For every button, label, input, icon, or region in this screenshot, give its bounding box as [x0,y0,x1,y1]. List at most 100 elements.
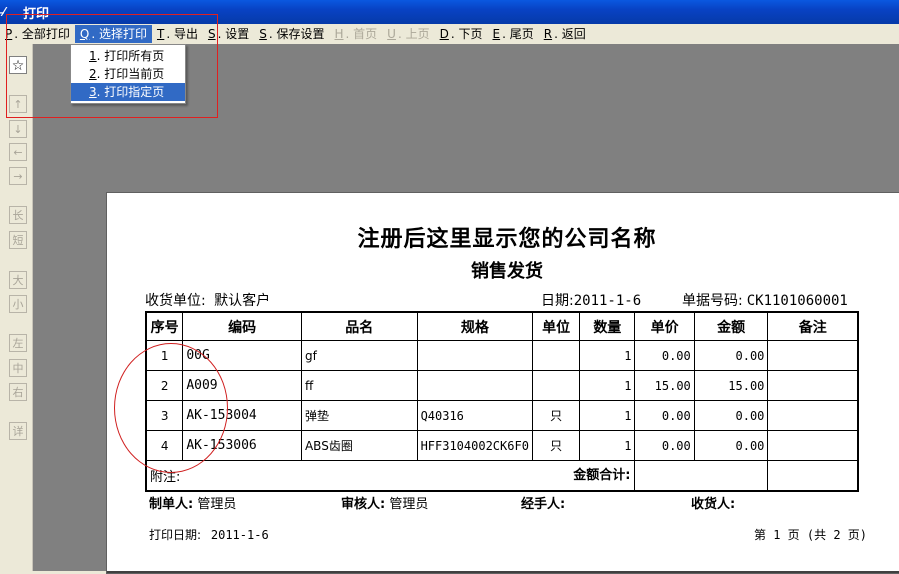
cell-unit: 只 [532,430,581,461]
menu-shortcut-key: S [259,27,267,41]
column-header: 单价 [634,311,695,341]
cell-qty: 1 [579,340,636,371]
consignee-info: 收货人: [691,493,735,512]
move-right-button[interactable]: → [9,167,27,185]
items-table: 序号 编码 品名 规格 单位 数量 单价 金额 备注 1 00G gf 1 0.00 0.00 2 A009 f… [145,311,859,492]
menu-next-page[interactable]: D. 下页 [435,25,488,43]
maker-value: 管理员 [197,497,237,512]
table-row: 2 A009 ff 1 15.00 15.00 [145,370,859,401]
print-page: 注册后这里显示您的公司名称 销售发货 收货单位: 默认客户 日期:2011-1-… [106,192,899,574]
menu-first-page[interactable]: H. 首页 [330,25,383,43]
handler-info: 经手人: [521,493,565,512]
docno-label: 单据号码: [682,293,743,309]
print-date-value: 2011-1-6 [210,528,269,542]
cell-note [767,370,859,401]
move-down-button[interactable]: ↓ [9,120,27,138]
cell-price: 0.00 [634,430,695,461]
menu-prev-page[interactable]: U. 上页 [382,25,434,43]
menu-shortcut-key: H [334,27,344,41]
column-header: 单位 [532,311,581,341]
cell-unit [532,370,581,401]
total-row: 附注: 金额合计: [145,460,859,492]
menu-save-settings[interactable]: S. 保存设置 [254,25,329,43]
menu-last-page[interactable]: E. 尾页 [488,25,539,43]
preview-area[interactable]: 注册后这里显示您的公司名称 销售发货 收货单位: 默认客户 日期:2011-1-… [33,44,899,574]
table-header-row: 序号 编码 品名 规格 单位 数量 单价 金额 备注 [145,311,859,341]
annotation-box [6,14,218,118]
shorter-button[interactable]: 短 [9,231,27,249]
column-header: 品名 [300,311,418,341]
cell-amount: 0.00 [693,340,769,371]
cell-price: 15.00 [634,370,695,401]
cell-amount: 0.00 [693,400,769,431]
cell-qty: 1 [579,400,636,431]
receiver-label: 收货单位: [145,293,206,309]
reviewer-value: 管理员 [389,497,429,512]
align-right-button[interactable]: 右 [9,383,27,401]
reviewer-info: 审核人: 管理员 [341,493,428,512]
cell-spec: HFF3104002CK6F0 [416,430,534,461]
menu-shortcut-key: R [543,27,553,41]
company-name: 注册后这里显示您的公司名称 [357,227,657,252]
total-label: 金额合计: [573,468,631,483]
menu-label: . 上页 [397,27,430,41]
date-info: 日期:2011-1-6 [541,290,641,310]
menu-shortcut-key: E [492,27,501,41]
menu-label: . 保存设置 [268,27,325,41]
date-label: 日期: [541,293,574,309]
annotation-ellipse [114,343,228,473]
maker-label: 制单人: [149,497,194,512]
receiver-info: 收货单位: 默认客户 [145,290,270,310]
cell-spec [416,340,534,371]
column-header: 规格 [416,311,534,341]
cell-spec: Q40316 [416,400,534,431]
cell-unit: 只 [532,400,581,431]
column-header: 备注 [767,311,859,341]
docno-info: 单据号码: CK1101060001 [682,290,848,310]
menu-back[interactable]: R. 返回 [539,25,591,43]
cell-name: ff [300,370,418,401]
align-left-button[interactable]: 左 [9,334,27,352]
longer-button[interactable]: 长 [9,206,27,224]
reviewer-label: 审核人: [341,497,386,512]
cell-name: ABS齿圈 [300,430,418,461]
cell-price: 0.00 [634,340,695,371]
cell-qty: 1 [579,370,636,401]
table-row: 3 AK-153004 弹垫 Q40316 只 1 0.00 0.00 [145,400,859,431]
bigger-button[interactable]: 大 [9,271,27,289]
cell-note [767,430,859,461]
cell-note [767,400,859,431]
column-header: 金额 [693,311,769,341]
print-date-label: 打印日期: [149,528,202,542]
cell-note [767,340,859,371]
column-header: 数量 [579,311,636,341]
menu-label: . 下页 [450,27,483,41]
page-info: 第 1 页 (共 2 页) [753,528,867,542]
menu-shortcut-key: D [439,27,449,41]
table-row: 1 00G gf 1 0.00 0.00 [145,340,859,371]
table-row: 4 AK-153006 ABS齿圈 HFF3104002CK6F0 只 1 0.00 0.00 [145,430,859,461]
docno-value: CK1101060001 [746,293,848,309]
total-amount-cell [634,460,769,492]
handler-label: 经手人: [521,497,566,512]
cell-amount: 15.00 [693,370,769,401]
align-center-button[interactable]: 中 [9,359,27,377]
menu-label: . 返回 [554,27,586,41]
menu-label: . 设置 [217,27,250,41]
cell-amount: 0.00 [693,430,769,461]
maker-info: 制单人: 管理员 [149,493,236,512]
total-note-cell [767,460,859,492]
menu-label: . 首页 [345,27,378,41]
menu-shortcut-key: U [387,27,396,41]
print-date: 打印日期: 2011-1-6 [149,526,269,543]
cell-name: gf [300,340,418,371]
date-value: 2011-1-6 [573,293,642,309]
cell-qty: 1 [579,430,636,461]
column-header: 序号 [145,311,184,341]
menu-label: . 尾页 [502,27,534,41]
move-left-button[interactable]: ← [9,143,27,161]
tool-column: ☆ ↑ ↓ ← → 长 短 大 小 左 中 右 详 [0,44,33,571]
smaller-button[interactable]: 小 [9,295,27,313]
detail-button[interactable]: 详 [9,422,27,440]
consignee-label: 收货人: [691,497,736,512]
